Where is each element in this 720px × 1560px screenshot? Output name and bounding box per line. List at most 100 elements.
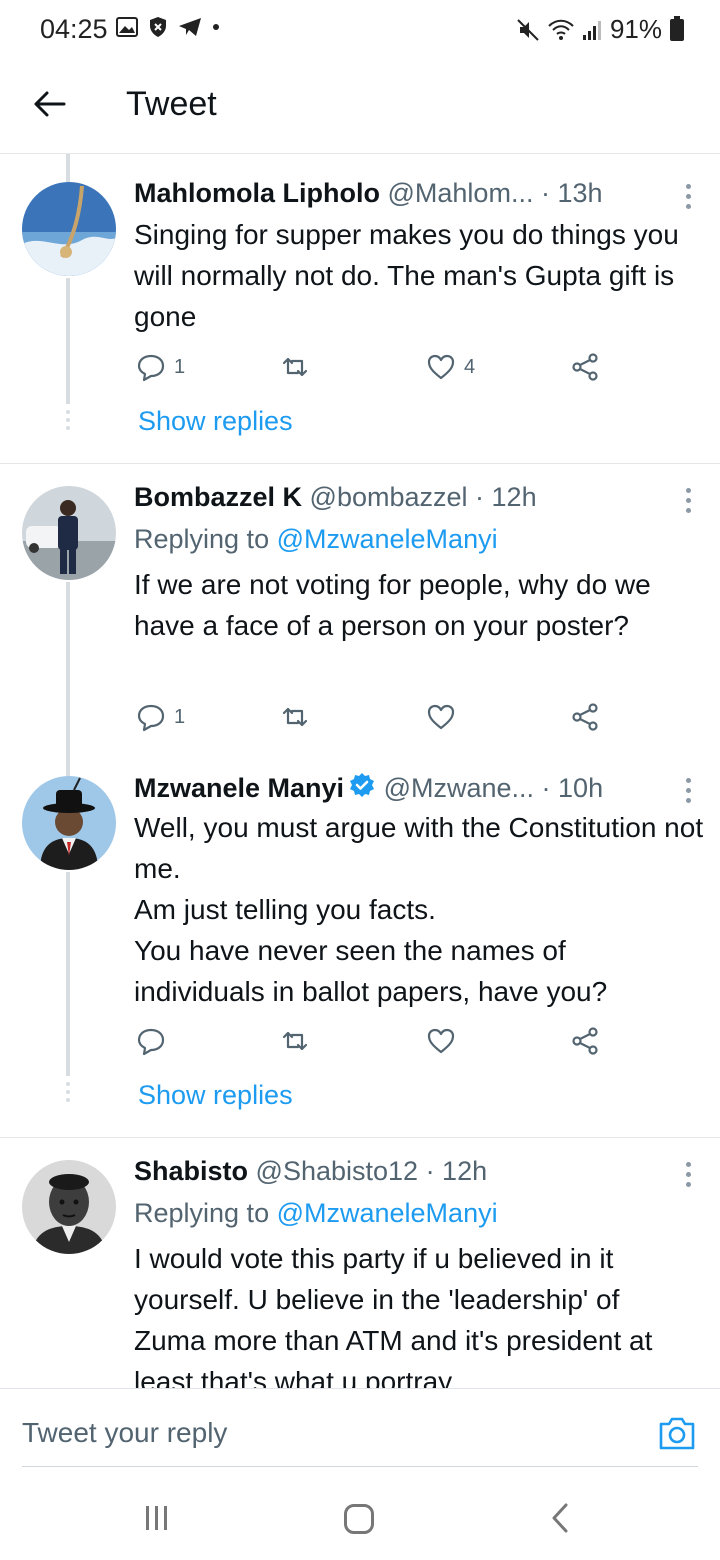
tweet-text: I would vote this party if u believed in… xyxy=(134,1243,653,1388)
mention-link[interactable]: @MzwaneleManyi xyxy=(277,524,498,554)
heart-icon xyxy=(427,354,455,380)
more-options-icon[interactable] xyxy=(684,488,692,513)
like-button[interactable]: 4 xyxy=(426,352,475,382)
app-header: Tweet xyxy=(0,60,720,154)
signal-icon xyxy=(582,20,601,40)
thread-ellipsis xyxy=(66,1082,70,1102)
replying-to-label: Replying to xyxy=(134,1198,277,1228)
battery-icon xyxy=(670,15,684,41)
heart-icon xyxy=(427,1028,455,1054)
show-replies-link[interactable]: Show replies xyxy=(138,406,293,437)
author-handle: @Shabisto12 xyxy=(255,1156,419,1186)
thread-line xyxy=(66,582,70,764)
camera-icon[interactable] xyxy=(658,1415,696,1451)
author-name[interactable]: Mzwanele Manyi xyxy=(134,773,344,803)
page-title: Tweet xyxy=(126,85,217,123)
tweet-actions: 1 4 xyxy=(134,352,614,386)
reply-button[interactable]: 1 xyxy=(136,352,185,382)
tweet-time: · 12h xyxy=(475,482,537,512)
reply-input[interactable] xyxy=(22,1417,582,1449)
tweet-header: Mahlomola Lipholo @Mahlom... · 13h xyxy=(134,178,603,209)
recent-apps-icon[interactable] xyxy=(146,1506,167,1530)
back-arrow-icon[interactable] xyxy=(30,84,70,124)
more-options-icon[interactable] xyxy=(684,1162,692,1187)
retweet-icon xyxy=(282,357,308,377)
author-handle: @Mzwane... xyxy=(383,773,535,803)
tweet-text: Well, you must argue with the Constituti… xyxy=(134,812,704,1007)
status-time: 04:25 xyxy=(40,14,108,44)
tweet-card[interactable]: Mzwanele Manyi @Mzwane... · 10h Well, yo… xyxy=(0,764,720,1136)
avatar[interactable] xyxy=(22,1160,116,1254)
replying-to: Replying to @MzwaneleManyi xyxy=(134,524,498,555)
tweet-header: Bombazzel K @bombazzel · 12h xyxy=(134,482,537,513)
reply-count: 1 xyxy=(174,355,186,378)
telegram-icon xyxy=(179,18,201,36)
thread-line xyxy=(66,278,70,404)
tweet-text: Singing for supper makes you do things y… xyxy=(134,219,679,332)
retweet-icon xyxy=(282,1031,308,1051)
avatar[interactable] xyxy=(22,486,116,580)
tweet-actions xyxy=(134,1026,614,1060)
mention-link[interactable]: @MzwaneleManyi xyxy=(277,1198,498,1228)
system-navigation-bar xyxy=(0,1470,720,1560)
reply-button[interactable] xyxy=(136,1026,166,1056)
author-name[interactable]: Bombazzel K xyxy=(134,482,302,512)
avatar[interactable] xyxy=(22,776,116,870)
battery-percentage: 91% xyxy=(609,14,662,44)
mute-icon xyxy=(517,18,539,41)
retweet-button[interactable] xyxy=(280,352,310,382)
tweet-time: · 12h xyxy=(425,1156,488,1186)
share-button[interactable] xyxy=(570,1026,600,1056)
tweet-card[interactable]: Shabisto @Shabisto12 · 12h Replying to @… xyxy=(0,1138,720,1388)
show-replies-link[interactable]: Show replies xyxy=(138,1080,293,1111)
tweet-time: · 10h xyxy=(541,773,604,803)
retweet-button[interactable] xyxy=(280,702,310,732)
home-icon[interactable] xyxy=(344,1504,374,1534)
notification-icons xyxy=(116,16,220,38)
thread-line xyxy=(66,764,70,776)
share-icon xyxy=(572,353,598,381)
tweet-header: Shabisto @Shabisto12 · 12h xyxy=(134,1156,487,1187)
tweet-card[interactable]: Bombazzel K @bombazzel · 12h Replying to… xyxy=(0,464,720,764)
tweet-text: If we are not voting for people, why do … xyxy=(134,569,651,641)
share-button[interactable] xyxy=(570,352,600,382)
author-handle: @bombazzel xyxy=(309,482,468,512)
reply-composer xyxy=(0,1388,720,1470)
status-bar: 04:25 91% xyxy=(0,0,720,60)
tweet-header: Mzwanele Manyi @Mzwane... · 10h xyxy=(134,772,603,804)
author-handle: @Mahlom... xyxy=(387,178,534,208)
heart-icon xyxy=(427,704,455,730)
system-icons: 91% xyxy=(516,14,684,45)
thread-ellipsis xyxy=(66,410,70,430)
reply-icon xyxy=(137,354,165,382)
more-options-icon[interactable] xyxy=(684,184,692,209)
share-icon xyxy=(572,703,598,731)
reply-button[interactable]: 1 xyxy=(136,702,185,732)
gallery-icon xyxy=(116,17,138,37)
author-name[interactable]: Mahlomola Lipholo xyxy=(134,178,380,208)
retweet-button[interactable] xyxy=(280,1026,310,1056)
dot-icon xyxy=(213,24,219,30)
shield-icon xyxy=(150,17,166,37)
share-button[interactable] xyxy=(570,702,600,732)
more-options-icon[interactable] xyxy=(684,778,692,803)
share-icon xyxy=(572,1027,598,1055)
reply-icon xyxy=(137,1028,165,1056)
replying-to: Replying to @MzwaneleManyi xyxy=(134,1198,498,1229)
like-button[interactable] xyxy=(426,702,456,732)
thread-line xyxy=(66,872,70,1076)
tweet-time: · 13h xyxy=(540,178,603,208)
composer-underline xyxy=(22,1466,698,1467)
tweet-card[interactable]: Mahlomola Lipholo @Mahlom... · 13h Singi… xyxy=(0,154,720,464)
replying-to-label: Replying to xyxy=(134,524,277,554)
thread-line xyxy=(66,154,70,182)
like-count: 4 xyxy=(464,355,476,378)
avatar[interactable] xyxy=(22,182,116,276)
wifi-icon xyxy=(548,19,574,40)
verified-badge-icon xyxy=(350,773,375,797)
author-name[interactable]: Shabisto xyxy=(134,1156,248,1186)
reply-icon xyxy=(137,704,165,732)
retweet-icon xyxy=(282,707,308,727)
like-button[interactable] xyxy=(426,1026,456,1056)
nav-back-icon[interactable] xyxy=(548,1502,572,1534)
